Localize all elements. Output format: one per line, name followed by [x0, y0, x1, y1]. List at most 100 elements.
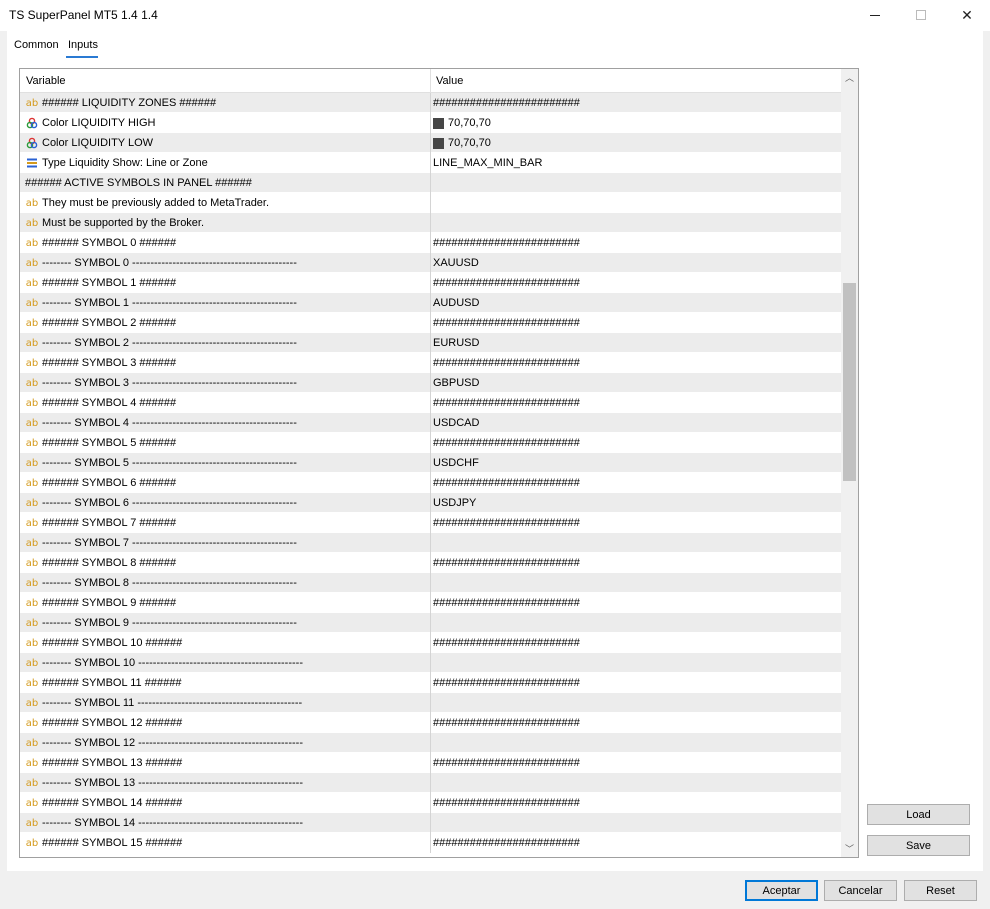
table-row[interactable]: ab ###### SYMBOL 7 ###### ################…	[20, 513, 841, 533]
value-cell[interactable]: 70,70,70	[430, 113, 841, 133]
column-header-variable[interactable]: Variable	[26, 75, 66, 87]
table-row[interactable]: ab -------- SYMBOL 3 --------------------…	[20, 373, 841, 393]
load-button[interactable]: Load	[867, 804, 970, 825]
tab-inputs[interactable]: Inputs	[68, 39, 98, 51]
value-cell[interactable]: USDCAD	[430, 413, 841, 433]
value-cell[interactable]: ########################	[430, 793, 841, 813]
variable-cell: ab Must be supported by the Broker.	[20, 213, 430, 233]
table-row[interactable]: ab ###### SYMBOL 12 ###### ###############…	[20, 713, 841, 733]
value-cell[interactable]: ########################	[430, 673, 841, 693]
table-row[interactable]: Type Liquidity Show: Line or Zone LINE_MA…	[20, 153, 841, 173]
table-row[interactable]: ab ###### SYMBOL 10 ###### ###############…	[20, 633, 841, 653]
table-row[interactable]: ab ###### SYMBOL 5 ###### ################…	[20, 433, 841, 453]
string-type-icon: ab	[25, 617, 39, 629]
value-cell[interactable]	[430, 533, 841, 553]
table-row[interactable]: ab -------- SYMBOL 14 -------------------…	[20, 813, 841, 833]
table-row[interactable]: ab ###### SYMBOL 8 ###### ################…	[20, 553, 841, 573]
table-row[interactable]: ab -------- SYMBOL 0 --------------------…	[20, 253, 841, 273]
column-header-value[interactable]: Value	[436, 75, 463, 87]
scroll-down-button[interactable]: ﹀	[841, 840, 858, 857]
table-row[interactable]: ab ###### SYMBOL 15 ###### ###############…	[20, 833, 841, 853]
variable-cell: ab ###### LIQUIDITY ZONES ######	[20, 93, 430, 113]
value-cell[interactable]	[430, 813, 841, 833]
value-cell[interactable]: USDCHF	[430, 453, 841, 473]
value-cell[interactable]: ########################	[430, 713, 841, 733]
value-text: USDCAD	[433, 417, 480, 429]
table-row[interactable]: ab -------- SYMBOL 7 --------------------…	[20, 533, 841, 553]
value-cell[interactable]: ########################	[430, 753, 841, 773]
value-cell[interactable]: EURUSD	[430, 333, 841, 353]
value-cell[interactable]: ########################	[430, 93, 841, 113]
table-row[interactable]: ab -------- SYMBOL 1 --------------------…	[20, 293, 841, 313]
table-row[interactable]: ###### ACTIVE SYMBOLS IN PANEL ######	[20, 173, 841, 193]
value-cell[interactable]: ########################	[430, 433, 841, 453]
scroll-thumb[interactable]	[843, 283, 856, 481]
table-row[interactable]: ab -------- SYMBOL 4 --------------------…	[20, 413, 841, 433]
table-row[interactable]: Color LIQUIDITY HIGH 70,70,70	[20, 113, 841, 133]
value-cell[interactable]	[430, 613, 841, 633]
value-cell[interactable]	[430, 773, 841, 793]
scroll-up-button[interactable]: ︿	[841, 69, 858, 86]
table-row[interactable]: ab ###### LIQUIDITY ZONES ###### #########…	[20, 93, 841, 113]
value-cell[interactable]: USDJPY	[430, 493, 841, 513]
table-row[interactable]: ab -------- SYMBOL 12 -------------------…	[20, 733, 841, 753]
table-row[interactable]: ab ###### SYMBOL 0 ###### ################…	[20, 233, 841, 253]
table-row[interactable]: ab -------- SYMBOL 9 --------------------…	[20, 613, 841, 633]
value-cell[interactable]: 70,70,70	[430, 133, 841, 153]
vertical-scrollbar[interactable]: ︿ ﹀	[841, 69, 858, 857]
value-cell[interactable]: ########################	[430, 593, 841, 613]
table-row[interactable]: ab ###### SYMBOL 2 ###### ################…	[20, 313, 841, 333]
value-cell[interactable]: LINE_MAX_MIN_BAR	[430, 153, 841, 173]
table-row[interactable]: ab ###### SYMBOL 9 ###### ################…	[20, 593, 841, 613]
table-row[interactable]: ab Must be supported by the Broker.	[20, 213, 841, 233]
value-cell[interactable]: ########################	[430, 273, 841, 293]
table-row[interactable]: ab -------- SYMBOL 6 --------------------…	[20, 493, 841, 513]
value-cell[interactable]	[430, 693, 841, 713]
value-text: ########################	[433, 397, 580, 409]
table-row[interactable]: ab ###### SYMBOL 11 ###### ###############…	[20, 673, 841, 693]
table-row[interactable]: ab -------- SYMBOL 8 --------------------…	[20, 573, 841, 593]
table-row[interactable]: ab -------- SYMBOL 10 -------------------…	[20, 653, 841, 673]
maximize-button[interactable]	[898, 0, 944, 30]
value-cell[interactable]	[430, 733, 841, 753]
value-cell[interactable]	[430, 173, 841, 193]
value-cell[interactable]: GBPUSD	[430, 373, 841, 393]
save-button[interactable]: Save	[867, 835, 970, 856]
tab-common[interactable]: Common	[14, 39, 59, 51]
table-row[interactable]: ab ###### SYMBOL 3 ###### ################…	[20, 353, 841, 373]
value-cell[interactable]: ########################	[430, 553, 841, 573]
value-cell[interactable]: ########################	[430, 393, 841, 413]
table-row[interactable]: ab -------- SYMBOL 2 --------------------…	[20, 333, 841, 353]
string-type-icon: ab	[25, 517, 39, 529]
value-cell[interactable]: ########################	[430, 353, 841, 373]
value-cell[interactable]: ########################	[430, 833, 841, 853]
accept-button[interactable]: Aceptar	[745, 880, 818, 901]
table-row[interactable]: ab ###### SYMBOL 6 ###### ################…	[20, 473, 841, 493]
cancel-button[interactable]: Cancelar	[824, 880, 897, 901]
table-row[interactable]: ab ###### SYMBOL 4 ###### ################…	[20, 393, 841, 413]
table-row[interactable]: ab They must be previously added to MetaT…	[20, 193, 841, 213]
reset-button[interactable]: Reset	[904, 880, 977, 901]
table-row[interactable]: ab -------- SYMBOL 11 -------------------…	[20, 693, 841, 713]
table-row[interactable]: ab -------- SYMBOL 5 --------------------…	[20, 453, 841, 473]
value-cell[interactable]: XAUUSD	[430, 253, 841, 273]
table-row[interactable]: ab -------- SYMBOL 13 -------------------…	[20, 773, 841, 793]
close-button[interactable]: ✕	[944, 0, 990, 30]
value-cell[interactable]: ########################	[430, 513, 841, 533]
table-row[interactable]: ab ###### SYMBOL 14 ###### ###############…	[20, 793, 841, 813]
table-row[interactable]: Color LIQUIDITY LOW 70,70,70	[20, 133, 841, 153]
value-cell[interactable]: ########################	[430, 473, 841, 493]
minimize-button[interactable]	[852, 0, 898, 30]
value-cell[interactable]	[430, 573, 841, 593]
value-cell[interactable]	[430, 213, 841, 233]
value-cell[interactable]: AUDUSD	[430, 293, 841, 313]
value-cell[interactable]: ########################	[430, 313, 841, 333]
variable-cell: ab ###### SYMBOL 9 ######	[20, 593, 430, 613]
value-cell[interactable]	[430, 193, 841, 213]
value-cell[interactable]: ########################	[430, 633, 841, 653]
value-cell[interactable]: ########################	[430, 233, 841, 253]
column-divider[interactable]	[430, 69, 431, 93]
table-row[interactable]: ab ###### SYMBOL 13 ###### ###############…	[20, 753, 841, 773]
value-cell[interactable]	[430, 653, 841, 673]
table-row[interactable]: ab ###### SYMBOL 1 ###### ################…	[20, 273, 841, 293]
